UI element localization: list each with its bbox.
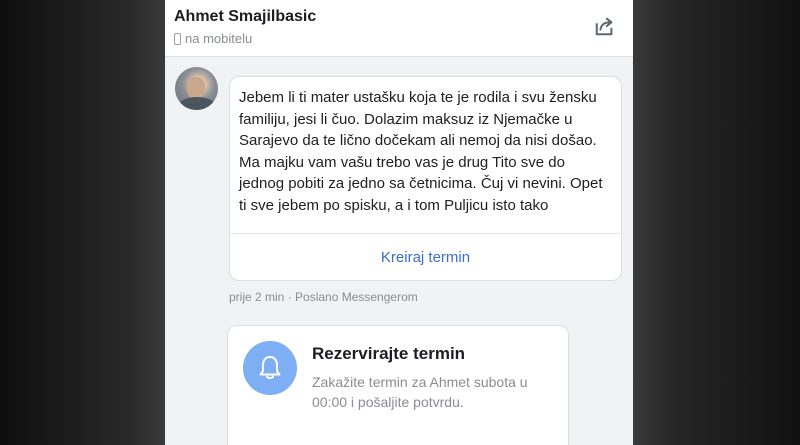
messenger-screen: Ahmet Smajilbasic na mobitelu Jebem li t…: [165, 0, 633, 445]
contact-name[interactable]: Ahmet Smajilbasic: [174, 8, 316, 26]
bell-icon: [259, 356, 281, 379]
contact-status: na mobitelu: [174, 31, 252, 46]
create-appointment-button[interactable]: Kreiraj termin: [230, 234, 621, 280]
sender-avatar[interactable]: [175, 67, 218, 110]
message-card: Jebem li ti mater ustašku koja te je rod…: [229, 76, 622, 281]
reservation-card[interactable]: Rezervirajte termin Zakažite termin za A…: [227, 325, 569, 445]
status-text: na mobitelu: [185, 31, 253, 46]
message-meta: prije 2 min · Poslano Messengerom: [229, 290, 418, 304]
avatar-face: [187, 77, 205, 99]
conversation-header: Ahmet Smajilbasic na mobitelu: [165, 0, 633, 57]
reservation-description: Zakažite termin za Ahmet subota u 00:00 …: [312, 374, 528, 410]
message-text: Jebem li ti mater ustašku koja te je rod…: [239, 89, 603, 214]
reservation-title: Rezervirajte termin: [312, 344, 466, 363]
bell-badge: [243, 341, 297, 395]
background-right: [633, 0, 800, 445]
mobile-phone-icon: [174, 32, 181, 45]
avatar-shirt: [179, 97, 215, 110]
share-icon[interactable]: [594, 15, 616, 37]
background-left: [0, 0, 165, 445]
